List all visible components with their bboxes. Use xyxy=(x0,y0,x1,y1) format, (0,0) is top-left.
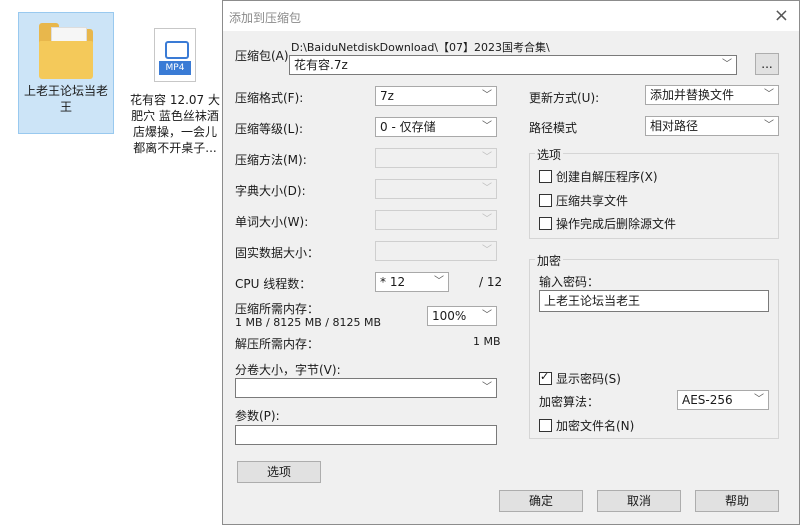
close-icon[interactable]: × xyxy=(774,5,789,26)
archive-path: D:\BaiduNetdiskDownload\【07】2023国考合集\ xyxy=(291,41,550,54)
format-select[interactable]: 7z ﹀ xyxy=(375,86,497,106)
mem-decompress-value: 1 MB xyxy=(473,335,501,348)
encrypt-group-title: 加密 xyxy=(535,252,564,269)
threads-label: CPU 线程数： xyxy=(235,277,312,291)
options-group-title: 选项 xyxy=(535,146,564,163)
chevron-down-icon: ﹀ xyxy=(482,152,492,163)
checkbox-box xyxy=(539,217,552,230)
mem-compress-label: 压缩所需内存： xyxy=(235,302,320,316)
level-label: 压缩等级(L): xyxy=(235,122,304,136)
level-value: 0 - 仅存储 xyxy=(380,120,436,134)
mem-percent-value: 100% xyxy=(432,309,467,323)
video-file-label: 花有容 12.07 大肥穴 蓝色丝袜酒店爆操，一会儿都离不开桌子... xyxy=(130,93,220,155)
chevron-down-icon[interactable]: ﹀ xyxy=(722,56,732,74)
desktop: 上老王论坛当老王 MP4 花有容 12.07 大肥穴 蓝色丝袜酒店爆操，一会儿都… xyxy=(0,0,222,525)
params-label: 参数(P): xyxy=(235,409,280,423)
chevron-down-icon: ﹀ xyxy=(764,120,774,131)
split-label: 分卷大小，字节(V): xyxy=(235,363,341,377)
algo-select[interactable]: AES-256 ﹀ xyxy=(677,390,769,410)
path-value: 相对路径 xyxy=(650,119,699,133)
format-label: 压缩格式(F): xyxy=(235,91,304,105)
path-select[interactable]: 相对路径 ﹀ xyxy=(645,116,779,136)
mem-decompress-label: 解压所需内存： xyxy=(235,337,320,351)
algo-value: AES-256 xyxy=(682,393,733,407)
archive-label: 压缩包(A) xyxy=(235,49,289,63)
chevron-down-icon: ﹀ xyxy=(482,121,492,132)
method-select: ﹀ xyxy=(375,148,497,168)
chevron-down-icon: ﹀ xyxy=(482,310,492,321)
archive-name-combo[interactable]: 花有容.7z ﹀ xyxy=(289,55,737,75)
help-button[interactable]: 帮助 xyxy=(695,490,779,512)
title-bar: 添加到压缩包 × xyxy=(223,1,799,31)
chevron-down-icon: ﹀ xyxy=(482,183,492,194)
checkbox-box xyxy=(539,170,552,183)
path-label: 路径模式 xyxy=(529,121,578,135)
mem-compress-value: 1 MB / 8125 MB / 8125 MB xyxy=(235,316,381,329)
password-input[interactable]: 上老王论坛当老王 xyxy=(539,290,769,312)
show-password-checkbox[interactable]: 显示密码(S) xyxy=(539,370,621,387)
password-value: 上老王论坛当老王 xyxy=(544,294,641,308)
delete-source-checkbox[interactable]: 操作完成后删除源文件 xyxy=(539,215,676,232)
threads-select[interactable]: * 12 ﹀ xyxy=(375,272,449,292)
desktop-folder[interactable]: 上老王论坛当老王 xyxy=(18,12,114,134)
params-input[interactable] xyxy=(235,425,497,445)
algo-label: 加密算法： xyxy=(539,395,600,409)
update-select[interactable]: 添加并替换文件 ﹀ xyxy=(645,85,779,105)
update-value: 添加并替换文件 xyxy=(650,88,735,102)
dict-label: 字典大小(D): xyxy=(235,184,306,198)
shared-checkbox[interactable]: 压缩共享文件 xyxy=(539,192,628,209)
word-label: 单词大小(W): xyxy=(235,215,309,229)
chevron-down-icon: ﹀ xyxy=(482,214,492,225)
video-file-icon: MP4 xyxy=(154,28,196,82)
browse-button[interactable]: ... xyxy=(755,53,779,75)
dialog-title: 添加到压缩包 xyxy=(229,11,302,25)
split-size-combo[interactable]: ﹀ xyxy=(235,378,497,398)
options-button[interactable]: 选项 xyxy=(237,461,321,483)
archive-name-value: 花有容.7z xyxy=(294,58,348,72)
desktop-video-file[interactable]: MP4 花有容 12.07 大肥穴 蓝色丝袜酒店爆操，一会儿都离不开桌子... xyxy=(128,12,222,172)
chevron-down-icon: ﹀ xyxy=(482,245,492,256)
checkbox-checked xyxy=(539,370,552,385)
solid-select: ﹀ xyxy=(375,241,497,261)
chevron-down-icon: ﹀ xyxy=(754,394,764,405)
checkbox-box xyxy=(539,419,552,432)
sfx-checkbox[interactable]: 创建自解压程序(X) xyxy=(539,168,658,185)
dict-select: ﹀ xyxy=(375,179,497,199)
ok-button[interactable]: 确定 xyxy=(499,490,583,512)
folder-label: 上老王论坛当老王 xyxy=(23,84,108,114)
level-select[interactable]: 0 - 仅存储 ﹀ xyxy=(375,117,497,137)
folder-icon xyxy=(39,23,93,79)
add-to-archive-dialog: 添加到压缩包 × 压缩包(A) D:\BaiduNetdiskDownload\… xyxy=(222,0,800,525)
encrypt-names-checkbox[interactable]: 加密文件名(N) xyxy=(539,417,634,434)
chevron-down-icon: ﹀ xyxy=(764,89,774,100)
update-label: 更新方式(U): xyxy=(529,91,600,105)
method-label: 压缩方法(M): xyxy=(235,153,307,167)
format-value: 7z xyxy=(380,89,394,103)
solid-label: 固实数据大小： xyxy=(235,246,320,260)
checkbox-box xyxy=(539,194,552,207)
chevron-down-icon: ﹀ xyxy=(482,90,492,101)
chevron-down-icon: ﹀ xyxy=(482,382,492,393)
cancel-button[interactable]: 取消 xyxy=(597,490,681,512)
mem-percent-select[interactable]: 100% ﹀ xyxy=(427,306,497,326)
password-label: 输入密码： xyxy=(539,275,600,289)
chevron-down-icon: ﹀ xyxy=(434,276,444,287)
mp4-badge: MP4 xyxy=(159,61,191,75)
threads-total: / 12 xyxy=(479,275,503,289)
word-select: ﹀ xyxy=(375,210,497,230)
threads-value: * 12 xyxy=(380,275,406,289)
